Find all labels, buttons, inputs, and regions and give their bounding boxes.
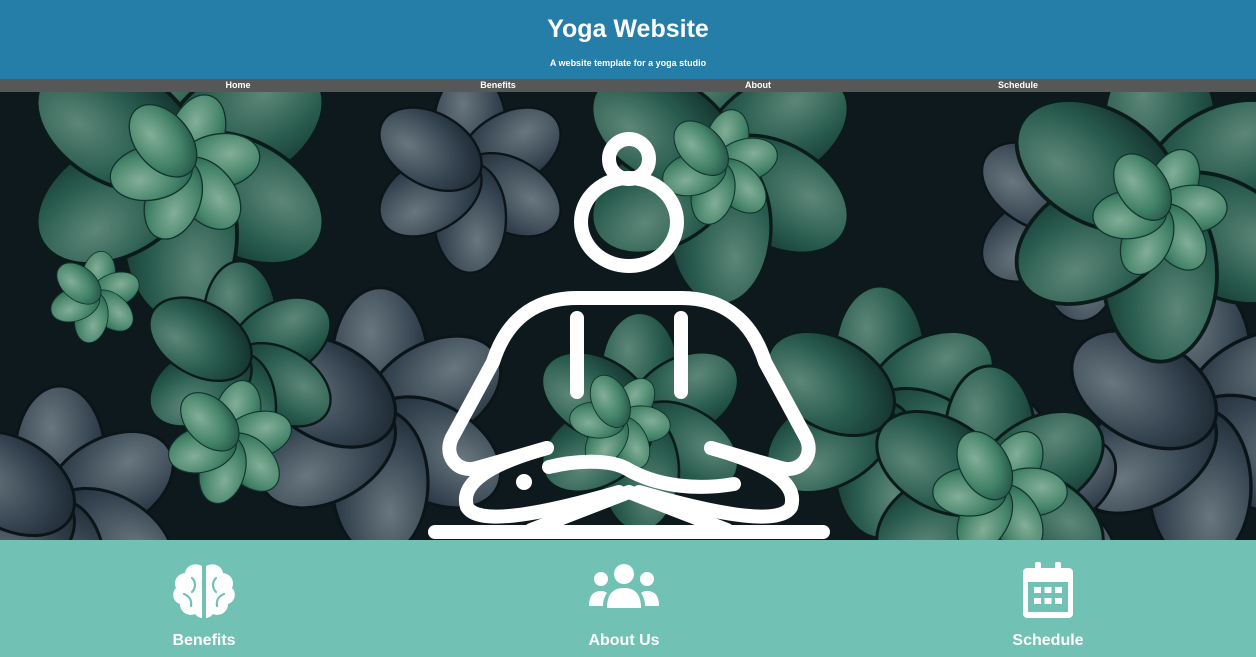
brain-icon (173, 564, 235, 618)
nav-item-home[interactable]: Home (108, 79, 368, 92)
feature-benefits-label: Benefits (172, 632, 236, 649)
nav-item-benefits[interactable]: Benefits (368, 79, 628, 92)
calendar-icon (1023, 562, 1073, 618)
site-title: Yoga Website (547, 15, 709, 43)
nav-item-schedule[interactable]: Schedule (888, 79, 1148, 92)
site-header: Yoga Website A website template for a yo… (0, 0, 1256, 79)
users-icon (589, 564, 659, 608)
meditation-pose-icon (428, 132, 830, 539)
feature-schedule[interactable]: Schedule (938, 540, 1158, 657)
features-section: Benefits About Us Schedule (0, 540, 1256, 657)
hero-banner (0, 92, 1256, 540)
feature-benefits[interactable]: Benefits (94, 540, 314, 657)
nav-item-about[interactable]: About (628, 79, 888, 92)
feature-about-us[interactable]: About Us (514, 540, 734, 657)
main-nav: Home Benefits About Schedule (0, 79, 1256, 92)
site-subtitle: A website template for a yoga studio (549, 58, 707, 68)
feature-about-us-label: About Us (588, 632, 660, 649)
feature-schedule-label: Schedule (1012, 632, 1084, 649)
